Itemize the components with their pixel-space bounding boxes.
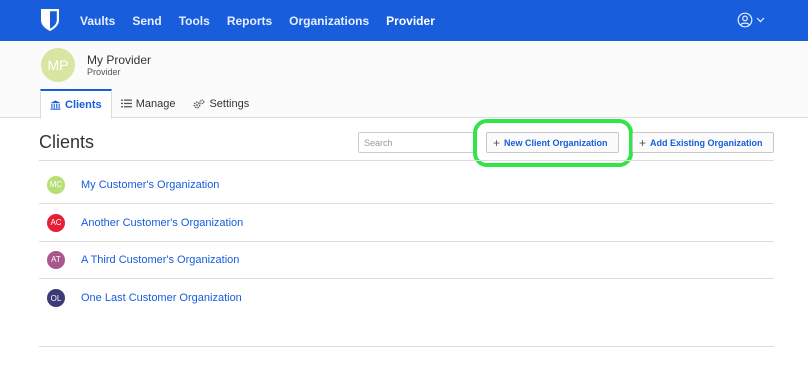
bitwarden-shield-icon[interactable] [40,8,60,32]
provider-tabs: Clients Manage Settings [40,89,258,119]
tab-settings[interactable]: Settings [184,89,258,118]
client-row: AT A Third Customer's Organization [39,241,774,279]
provider-header: MP My Provider Provider Clients Manage S… [0,41,808,119]
search-input[interactable] [358,132,476,153]
user-circle-icon [737,12,753,28]
page-title: Clients [39,132,95,152]
nav-provider[interactable]: Provider [386,14,435,28]
client-link[interactable]: One Last Customer Organization [81,292,242,304]
client-link[interactable]: A Third Customer's Organization [81,254,239,266]
new-client-organization-label: New Client Organization [504,137,608,148]
plus-icon: + [639,135,647,150]
tab-manage[interactable]: Manage [112,89,185,118]
bank-icon [50,100,61,110]
nav-reports[interactable]: Reports [227,14,272,28]
divider [39,346,774,347]
cogs-icon [194,98,205,108]
tab-manage-label: Manage [135,97,176,110]
tab-clients[interactable]: Clients [40,89,112,119]
provider-subtitle: Provider [87,67,121,77]
client-avatar: OL [47,289,65,307]
client-avatar: AT [47,250,65,269]
add-existing-organization-button[interactable]: + Add Existing Organization [632,132,774,153]
nav-organizations[interactable]: Organizations [289,14,369,28]
list-icon [120,99,132,108]
nav-vaults[interactable]: Vaults [80,14,115,28]
account-menu[interactable] [737,12,765,28]
plus-icon: + [493,135,501,150]
provider-avatar: MP [41,48,75,82]
add-existing-organization-label: Add Existing Organization [650,137,763,148]
tab-clients-label: Clients [65,99,102,111]
top-navbar: Vaults Send Tools Reports Organizations … [0,0,808,41]
client-link[interactable]: Another Customer's Organization [81,217,243,229]
nav-send[interactable]: Send [132,14,161,28]
client-avatar: AC [47,213,65,232]
client-row: AC Another Customer's Organization [39,204,774,242]
main-nav: Vaults Send Tools Reports Organizations … [80,0,435,41]
client-avatar: MC [47,175,65,194]
tab-settings-label: Settings [209,97,250,110]
provider-name: My Provider [87,53,152,67]
client-row: MC My Customer's Organization [39,166,774,204]
nav-tools[interactable]: Tools [179,14,210,28]
new-client-organization-button[interactable]: + New Client Organization [486,132,619,153]
client-link[interactable]: My Customer's Organization [81,179,219,191]
caret-down-icon [756,17,765,23]
divider [39,160,774,161]
client-row: OL One Last Customer Organization [39,279,774,317]
